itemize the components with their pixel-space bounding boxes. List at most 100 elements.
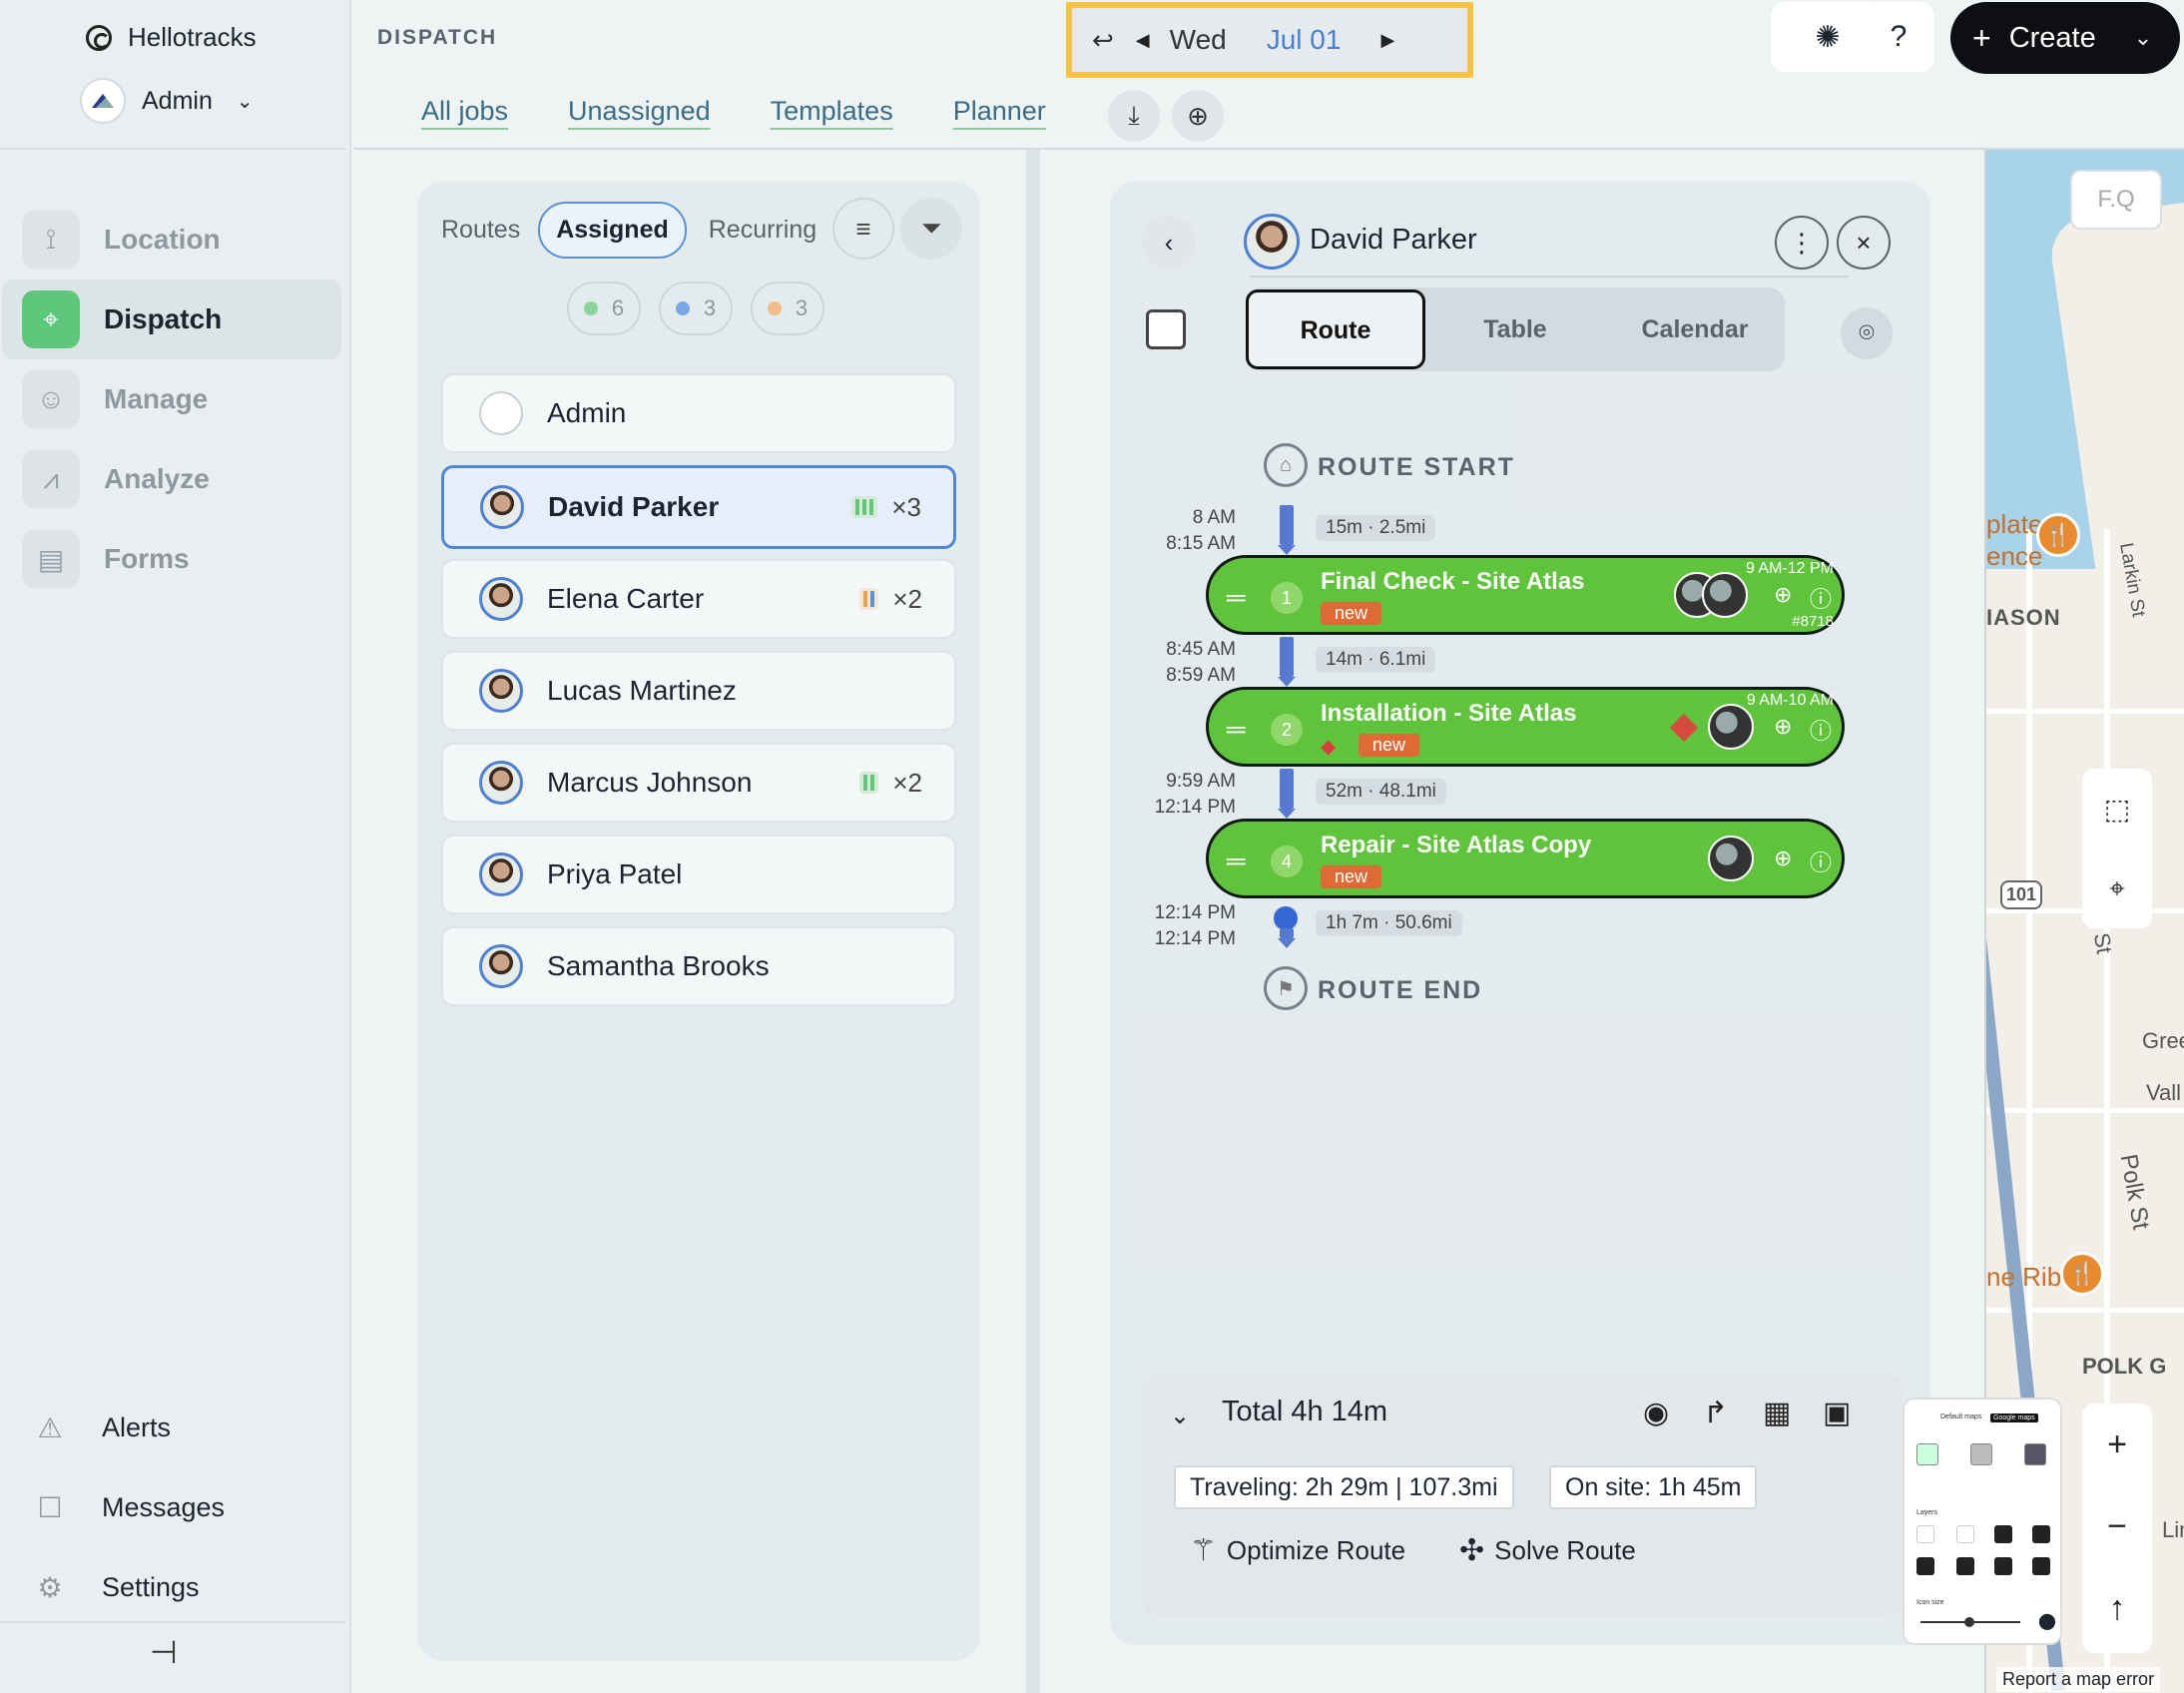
leg-time: 12:14 PM [1154, 928, 1236, 949]
tab-unassigned[interactable]: Unassigned [568, 96, 711, 127]
nav-messages[interactable]: ☐ Messages [0, 1467, 351, 1547]
account-switcher[interactable]: Admin ⌄ [80, 78, 254, 124]
filter-icon[interactable]: ⏷ [900, 198, 962, 260]
tab-templates[interactable]: Templates [771, 96, 893, 127]
count-chip[interactable]: 3 [659, 282, 733, 335]
add-waypoint-icon[interactable]: ⌖ [2082, 848, 2152, 928]
layer-jobs-icon[interactable] [2032, 1525, 2050, 1543]
routes-option[interactable]: Routes [441, 216, 520, 245]
collapse-chevron-icon[interactable]: ⌄ [1170, 1402, 1190, 1430]
restaurant-icon[interactable]: 🍴 [2036, 513, 2080, 557]
drag-handle-icon[interactable]: ═ [1227, 714, 1245, 745]
nav-label: Analyze [104, 463, 210, 494]
layer-traffic-icon[interactable] [1956, 1525, 1974, 1543]
panel-resize-handle[interactable] [1026, 150, 1040, 1693]
report-map-error-link[interactable]: Report a map error [1996, 1667, 2161, 1692]
pin-sidebar-icon[interactable]: ⊣ [150, 1633, 178, 1671]
lasso-select-icon[interactable]: ⬚ [2082, 769, 2152, 848]
map-style-satellite[interactable] [1970, 1443, 1992, 1465]
worker-card[interactable]: David Parker ×3 [441, 465, 956, 549]
leg-times: 12:14 PM 12:14 PM [1110, 900, 1236, 952]
count-chip[interactable]: 3 [751, 282, 824, 335]
map-label: Gree [2142, 1028, 2184, 1053]
worker-card[interactable]: Elena Carter ×2 [441, 559, 956, 639]
worker-card[interactable]: Lucas Martinez [441, 651, 956, 731]
routes-panel: Routes Assigned Recurring ≡ ⏷ 6 3 3 Admi… [417, 182, 980, 1661]
status-badge: new [1321, 602, 1382, 625]
map-style-dark[interactable] [2024, 1443, 2046, 1465]
google-maps-toggle[interactable]: Google maps [1990, 1413, 2038, 1422]
info-icon[interactable]: ⓘ [1810, 846, 1832, 877]
recurring-option[interactable]: Recurring [709, 216, 817, 245]
eye-icon[interactable]: ◉ [1643, 1396, 1669, 1430]
map-style-default[interactable] [1916, 1443, 1938, 1465]
worker-card[interactable]: Admin [441, 373, 956, 453]
nav-dispatch[interactable]: ⌖ Dispatch [2, 280, 341, 359]
create-button[interactable]: + Create ⌄ [1950, 2, 2180, 74]
sidebar: Hellotracks Admin ⌄ ⟟ Location ⌖ Dispatc… [0, 0, 351, 1693]
restaurant-icon[interactable]: 🍴 [2060, 1252, 2104, 1296]
return-today-icon[interactable]: ↩ [1092, 25, 1114, 56]
assigned-option[interactable]: Assigned [538, 202, 687, 259]
sort-icon[interactable]: ≡ [832, 198, 894, 260]
layer-trips-icon[interactable] [2032, 1557, 2050, 1575]
locate-icon[interactable]: ⊕ [1774, 714, 1792, 740]
add-tab-icon[interactable]: ⊕ [1172, 90, 1224, 142]
layer-waypoints-icon[interactable] [1956, 1557, 1974, 1575]
nav-manage[interactable]: ☺ Manage [2, 359, 341, 439]
leg-times: 9:59 AM 12:14 PM [1110, 769, 1236, 821]
layer-zones-icon[interactable] [1994, 1525, 2012, 1543]
leg-times: 8 AM 8:15 AM [1110, 505, 1236, 557]
nav-forms[interactable]: ▤ Forms [2, 519, 341, 599]
nav-alerts[interactable]: ⚠ Alerts [0, 1388, 351, 1467]
chevron-down-icon[interactable]: ⌄ [2134, 25, 2152, 51]
date-picker[interactable]: Jul 01 [1267, 24, 1342, 56]
drag-handle-icon[interactable]: ═ [1227, 846, 1245, 876]
zoom-out-icon[interactable]: − [2082, 1485, 2152, 1567]
zoom-in-icon[interactable]: + [2082, 1404, 2152, 1485]
nav-location[interactable]: ⟟ Location [2, 200, 341, 280]
tab-all-jobs[interactable]: All jobs [421, 96, 508, 127]
nav-analyze[interactable]: ⩘ Analyze [2, 439, 341, 519]
solve-route-button[interactable]: ✣ Solve Route [1459, 1533, 1636, 1568]
playback-icon[interactable]: ▣ [1823, 1396, 1851, 1430]
layer-routes-icon[interactable] [1916, 1557, 1934, 1575]
layer-places-icon[interactable] [1916, 1525, 1934, 1543]
table-export-icon[interactable]: ▦ [1763, 1396, 1791, 1430]
optimize-route-button[interactable]: ⚚ Optimize Route [1190, 1533, 1405, 1568]
prev-day-icon[interactable]: ◀ [1136, 30, 1150, 51]
worker-card[interactable]: Marcus Johnson ×2 [441, 743, 956, 823]
tab-planner[interactable]: Planner [953, 96, 1046, 127]
leg-time: 8 AM [1192, 507, 1236, 528]
brand[interactable]: Hellotracks [86, 22, 257, 53]
info-icon[interactable]: ⓘ [1810, 714, 1832, 746]
map-search-button[interactable]: F.Q [2070, 170, 2162, 230]
map-layers-panel[interactable]: Default maps Google maps Layers Icon siz… [1903, 1398, 2062, 1645]
count-chip[interactable]: 6 [567, 282, 641, 335]
job-card[interactable]: ═ 2 Installation - Site Atlas ⬥ new ⊕ ⓘ … [1206, 687, 1845, 767]
worker-name: Admin [547, 397, 627, 428]
next-day-icon[interactable]: ▶ [1380, 30, 1394, 51]
alert-triangle-icon: ⚠ [37, 1411, 63, 1443]
clipboard-icon: ▤ [22, 530, 80, 588]
action-label: Optimize Route [1226, 1535, 1406, 1565]
info-icon[interactable]: ⓘ [1810, 582, 1832, 614]
help-button[interactable]: ? [1863, 2, 1934, 72]
worker-card[interactable]: Samantha Brooks [441, 926, 956, 1006]
nav-settings[interactable]: ⚙ Settings [0, 1547, 351, 1627]
slider-handle[interactable] [1964, 1617, 1974, 1627]
job-card[interactable]: ═ 4 Repair - Site Atlas Copy new ⊕ ⓘ [1206, 819, 1845, 898]
job-count-badge: ×2 [859, 584, 922, 615]
job-card[interactable]: ═ 1 Final Check - Site Atlas new ⊕ ⓘ 9 A… [1206, 555, 1845, 635]
leg-info: 15m · 2.5mi [1316, 515, 1436, 541]
locate-icon[interactable]: ⊕ [1774, 582, 1792, 608]
job-order: 2 [1271, 714, 1303, 746]
import-icon[interactable]: ⤓ [1108, 90, 1160, 142]
reset-north-icon[interactable]: ↑ [2082, 1567, 2152, 1649]
locate-icon[interactable]: ⊕ [1774, 846, 1792, 871]
worker-card[interactable]: Priya Patel [441, 835, 956, 914]
drag-handle-icon[interactable]: ═ [1227, 582, 1245, 613]
status-counts: 6 3 3 [567, 282, 824, 335]
directions-icon[interactable]: ↱ [1703, 1396, 1728, 1430]
layer-members-icon[interactable] [1994, 1557, 2012, 1575]
